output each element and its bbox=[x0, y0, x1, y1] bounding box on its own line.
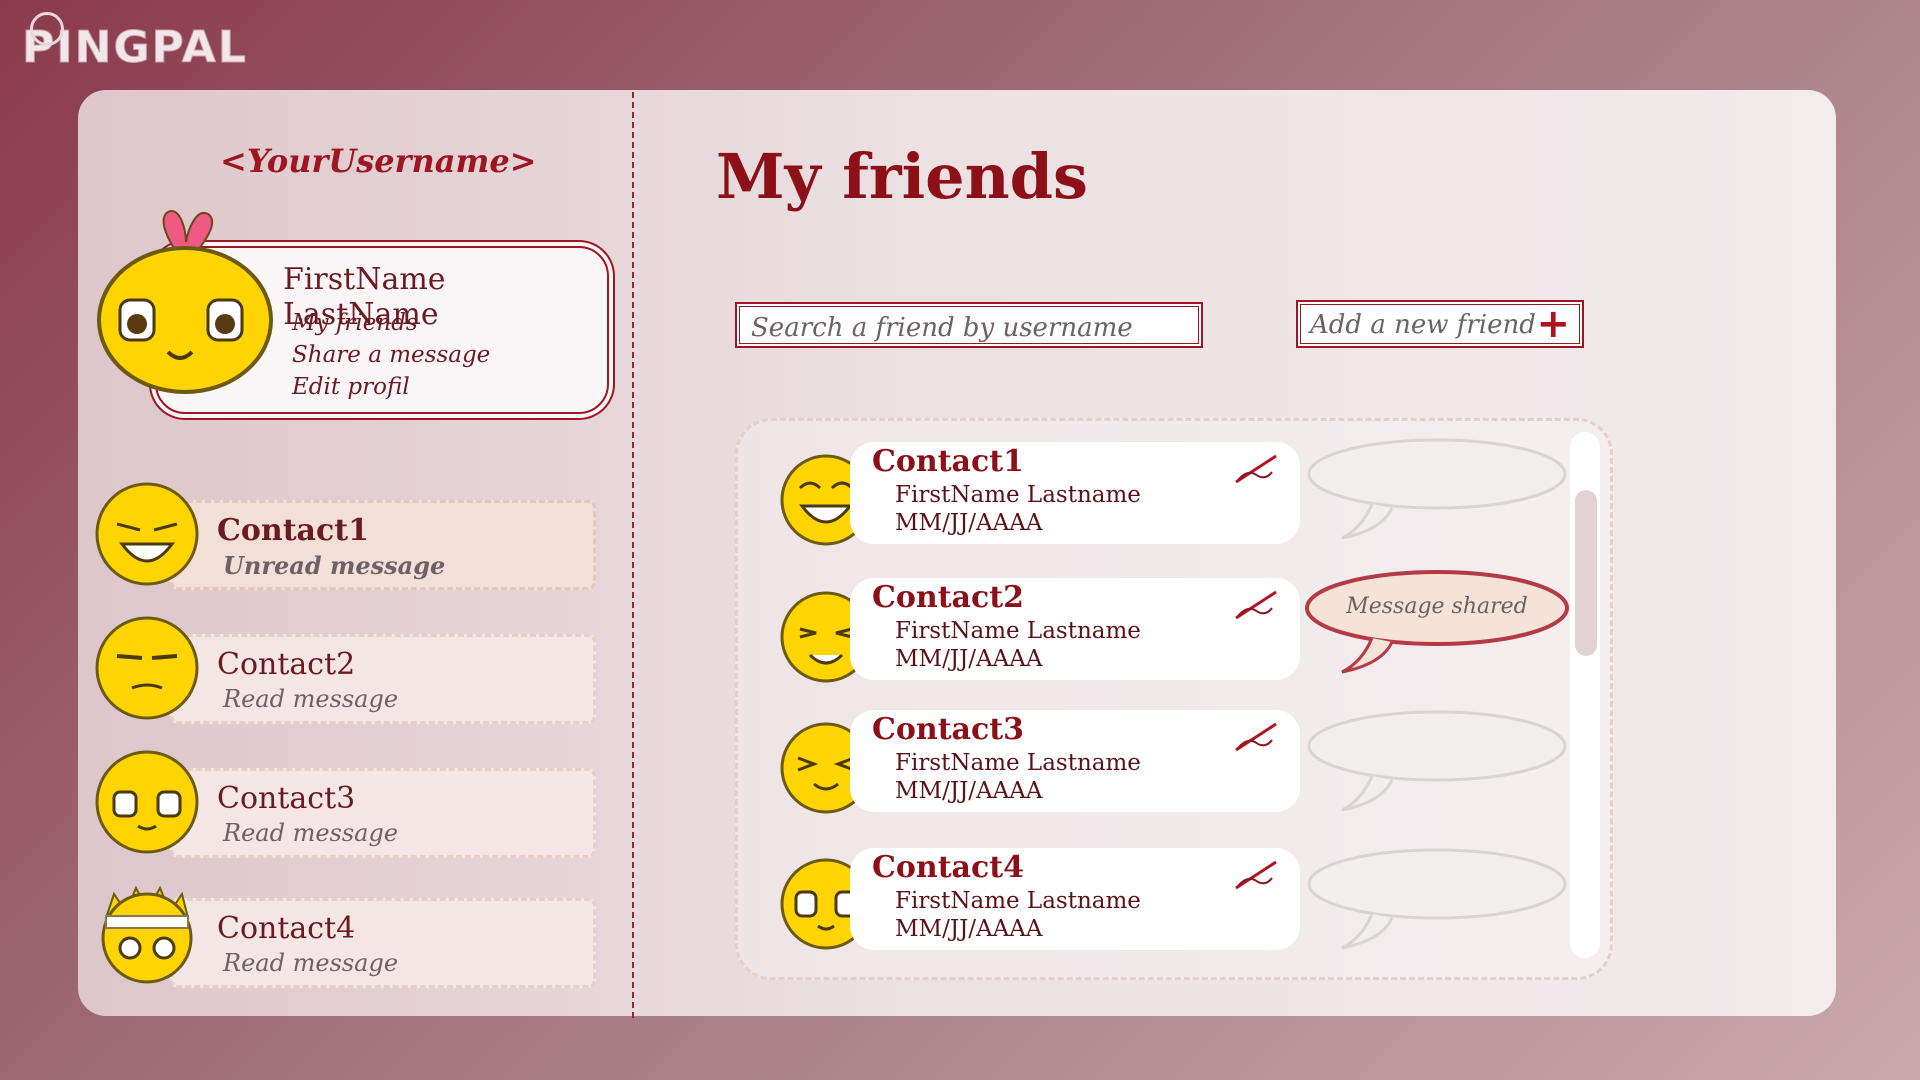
sidebar-contact-name: Contact1 bbox=[217, 513, 369, 548]
menu-my-friends[interactable]: My friends bbox=[292, 310, 490, 336]
message-bubble-1 bbox=[1307, 438, 1567, 540]
friend-fullname: FirstName Lastname bbox=[895, 888, 1141, 914]
menu-share-message[interactable]: Share a message bbox=[292, 342, 490, 368]
friend-date: MM/JJ/AAAA bbox=[895, 778, 1043, 804]
friend-date: MM/JJ/AAAA bbox=[895, 646, 1043, 672]
sidebar-contact-1[interactable]: Contact1 Unread message bbox=[170, 500, 596, 590]
friend-name: Contact2 bbox=[872, 580, 1024, 615]
friend-fullname: FirstName Lastname bbox=[895, 618, 1141, 644]
friend-date: MM/JJ/AAAA bbox=[895, 916, 1043, 942]
sidebar-contact-4[interactable]: Contact4 Read message bbox=[170, 898, 596, 988]
write-message-icon[interactable] bbox=[1232, 720, 1280, 754]
menu-edit-profile[interactable]: Edit profil bbox=[292, 374, 490, 400]
contact-2-avatar bbox=[95, 616, 199, 720]
message-bubble-2 bbox=[1305, 570, 1569, 674]
search-input[interactable]: Search a friend by username bbox=[735, 302, 1203, 348]
friend-name: Contact1 bbox=[872, 444, 1024, 479]
contact-1-avatar bbox=[95, 482, 199, 586]
friend-fullname: FirstName Lastname bbox=[895, 750, 1141, 776]
write-message-icon[interactable] bbox=[1232, 452, 1280, 486]
profile-menu: My friends Share a message Edit profil bbox=[292, 310, 490, 400]
scrollbar-thumb[interactable] bbox=[1575, 490, 1597, 656]
write-message-icon[interactable] bbox=[1232, 858, 1280, 892]
panel-divider bbox=[632, 92, 634, 1018]
contact-4-avatar bbox=[101, 885, 193, 984]
friend-card-4[interactable]: Contact4 FirstName Lastname MM/JJ/AAAA bbox=[850, 848, 1300, 950]
friend-fullname: FirstName Lastname bbox=[895, 482, 1141, 508]
friend-name: Contact4 bbox=[872, 850, 1024, 885]
message-bubble-4 bbox=[1307, 848, 1567, 950]
sidebar-contact-2[interactable]: Contact2 Read message bbox=[170, 634, 596, 724]
friend-card-2[interactable]: Contact2 FirstName Lastname MM/JJ/AAAA bbox=[850, 578, 1300, 680]
sidebar-contact-3[interactable]: Contact3 Read message bbox=[170, 768, 596, 858]
sidebar-contact-status: Read message bbox=[223, 685, 399, 713]
search-placeholder: Search a friend by username bbox=[751, 313, 1133, 343]
friend-name: Contact3 bbox=[872, 712, 1024, 747]
message-bubble-3 bbox=[1307, 710, 1567, 812]
write-message-icon[interactable] bbox=[1232, 588, 1280, 622]
plus-icon: + bbox=[1536, 301, 1570, 347]
profile-avatar bbox=[97, 210, 273, 394]
sidebar-contact-status: Unread message bbox=[223, 551, 446, 580]
username-heading: <YourUsername> bbox=[220, 142, 537, 180]
sidebar-contact-status: Read message bbox=[223, 819, 399, 847]
app-logo: PINGPAL bbox=[22, 12, 248, 74]
friend-date: MM/JJ/AAAA bbox=[895, 510, 1043, 536]
message-shared-text: Message shared bbox=[1346, 594, 1528, 619]
sidebar-contact-name: Contact4 bbox=[217, 911, 356, 946]
sidebar-contact-name: Contact3 bbox=[217, 781, 356, 816]
page-title: My friends bbox=[716, 140, 1088, 213]
friend-card-1[interactable]: Contact1 FirstName Lastname MM/JJ/AAAA bbox=[850, 442, 1300, 544]
contact-3-avatar bbox=[95, 750, 199, 854]
logo-mark bbox=[30, 12, 64, 46]
add-friend-button[interactable]: Add a new friend + bbox=[1296, 300, 1584, 348]
sidebar-contact-name: Contact2 bbox=[217, 647, 356, 682]
sidebar-contact-status: Read message bbox=[223, 949, 399, 977]
friend-card-3[interactable]: Contact3 FirstName Lastname MM/JJ/AAAA bbox=[850, 710, 1300, 812]
add-friend-label: Add a new friend bbox=[1310, 310, 1536, 340]
